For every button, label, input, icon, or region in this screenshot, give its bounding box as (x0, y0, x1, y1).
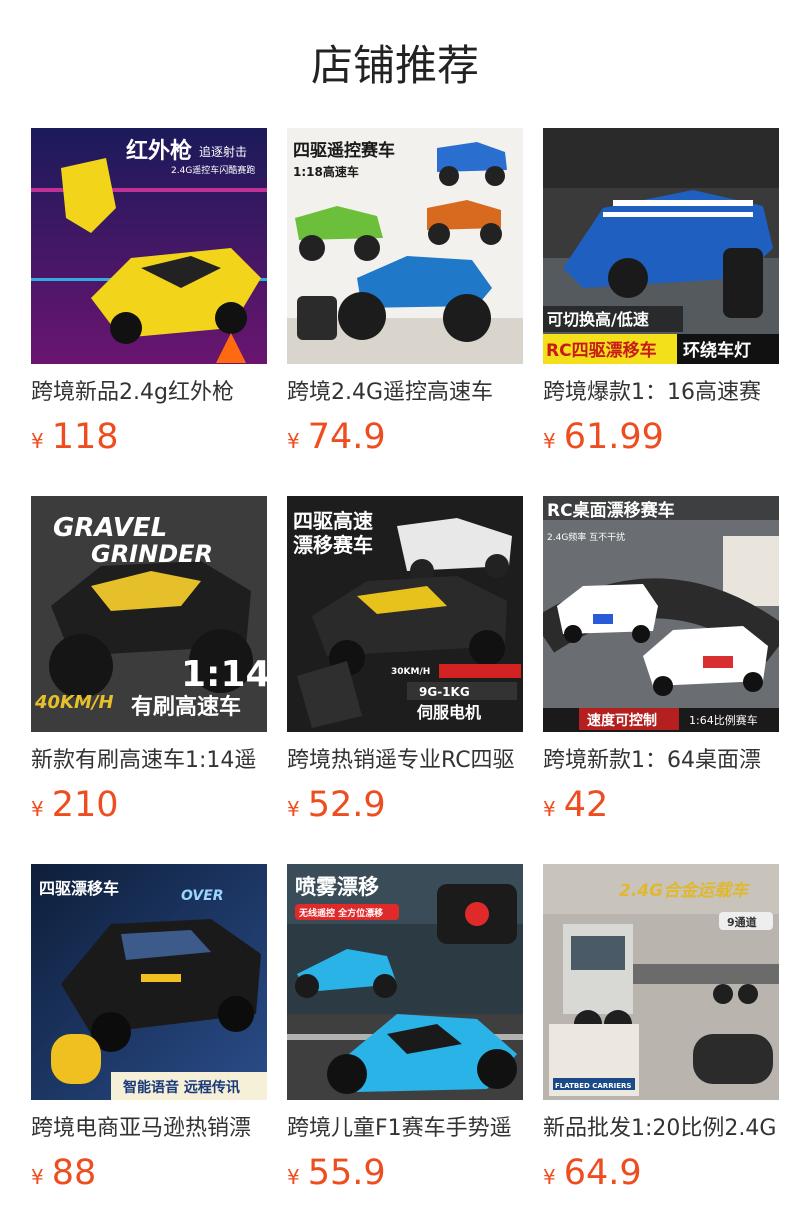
product-grid: 红外枪 追逐射击 2.4G遥控车闪酷赛跑 跨境新品2.4g红外枪 ¥ 118 四… (31, 128, 779, 1232)
product-name[interactable]: 跨境2.4G遥控高速车 (287, 378, 523, 408)
product-name[interactable]: 新款有刷高速车1:14遥 (31, 746, 267, 776)
product-image[interactable]: 红外枪 追逐射击 2.4G遥控车闪酷赛跑 (31, 128, 267, 364)
svg-text:RC桌面漂移赛车: RC桌面漂移赛车 (547, 500, 675, 521)
svg-text:OVER: OVER (181, 888, 224, 904)
svg-text:9通道: 9通道 (727, 915, 757, 929)
price-amount: 42 (563, 785, 609, 825)
product-price: ¥ 74.9 (287, 415, 386, 459)
truck-icon: 2.4G合金运载车 9通道 FLATBED CARRIERS (543, 864, 779, 1100)
svg-text:2.4G频率 互不干扰: 2.4G频率 互不干扰 (547, 531, 625, 543)
product-price: ¥ 55.9 (287, 1151, 386, 1195)
svg-text:FLATBED CARRIERS: FLATBED CARRIERS (555, 1082, 631, 1090)
product-image[interactable]: 四驱遥控赛车 1:18高速车 (287, 128, 523, 364)
svg-text:追逐射击: 追逐射击 (199, 144, 247, 159)
product-card[interactable]: 四驱高速 漂移赛车 30KM/H 9G-1KG 伺服电机 跨境热销遥专业RC四驱… (287, 496, 523, 864)
product-price: ¥ 61.99 (543, 415, 664, 459)
product-price: ¥ 210 (31, 783, 119, 827)
currency-symbol: ¥ (543, 1165, 556, 1189)
price-amount: 210 (51, 785, 119, 825)
svg-text:喷雾漂移: 喷雾漂移 (295, 875, 379, 899)
svg-text:无线遥控 全方位漂移: 无线遥控 全方位漂移 (298, 907, 383, 919)
svg-text:有刷高速车: 有刷高速车 (131, 694, 241, 720)
race-car-icon: RC桌面漂移赛车 2.4G频率 互不干扰 速度可控制 1:64比例赛车 (543, 496, 779, 732)
svg-text:1:18高速车: 1:18高速车 (293, 164, 359, 179)
currency-symbol: ¥ (287, 429, 300, 453)
svg-text:漂移赛车: 漂移赛车 (293, 533, 373, 557)
police-car-icon: 四驱漂移车 OVER 智能语音 远程传讯 (31, 864, 267, 1100)
product-price: ¥ 88 (31, 1151, 96, 1195)
svg-text:GRAVEL: GRAVEL (53, 513, 167, 543)
svg-text:40KM/H: 40KM/H (34, 692, 114, 713)
price-amount: 88 (51, 1153, 97, 1193)
svg-text:9G-1KG: 9G-1KG (419, 685, 470, 699)
product-image[interactable]: GRAVEL GRINDER 1:14 40KM/H 有刷高速车 (31, 496, 267, 732)
monster-truck-icon: GRAVEL GRINDER 1:14 40KM/H 有刷高速车 (31, 496, 267, 732)
price-amount: 118 (51, 417, 119, 457)
product-price: ¥ 42 (543, 783, 608, 827)
svg-text:四驱漂移车: 四驱漂移车 (39, 879, 119, 898)
price-amount: 55.9 (307, 1153, 386, 1193)
product-price: ¥ 118 (31, 415, 119, 459)
product-image[interactable]: RC桌面漂移赛车 2.4G频率 互不干扰 速度可控制 1:64比例赛车 (543, 496, 779, 732)
svg-text:GRINDER: GRINDER (91, 540, 213, 568)
sports-car-icon: 四驱高速 漂移赛车 30KM/H 9G-1KG 伺服电机 (287, 496, 523, 732)
svg-text:伺服电机: 伺服电机 (416, 703, 481, 722)
product-image[interactable]: 2.4G合金运载车 9通道 FLATBED CARRIERS (543, 864, 779, 1100)
currency-symbol: ¥ (543, 429, 556, 453)
product-card[interactable]: 红外枪 追逐射击 2.4G遥控车闪酷赛跑 跨境新品2.4g红外枪 ¥ 118 (31, 128, 267, 496)
currency-symbol: ¥ (287, 797, 300, 821)
svg-text:1:64比例赛车: 1:64比例赛车 (689, 713, 758, 727)
toy-car-icon: 红外枪 追逐射击 2.4G遥控车闪酷赛跑 (31, 128, 267, 364)
price-amount: 64.9 (563, 1153, 642, 1193)
product-name[interactable]: 新品批发1:20比例2.4G (543, 1114, 779, 1144)
product-name[interactable]: 跨境儿童F1赛车手势遥 (287, 1114, 523, 1144)
f1-car-icon: 喷雾漂移 无线遥控 全方位漂移 (287, 864, 523, 1100)
product-card[interactable]: 四驱遥控赛车 1:18高速车 跨境2.4G遥控高速车 ¥ 74.9 (287, 128, 523, 496)
currency-symbol: ¥ (31, 429, 44, 453)
svg-text:四驱遥控赛车: 四驱遥控赛车 (293, 140, 395, 161)
page-title: 店铺推荐 (310, 41, 479, 90)
product-card[interactable]: 2.4G合金运载车 9通道 FLATBED CARRIERS 新品批发1:20比… (543, 864, 779, 1232)
product-card[interactable]: GRAVEL GRINDER 1:14 40KM/H 有刷高速车 新款有刷高速车… (31, 496, 267, 864)
svg-text:速度可控制: 速度可控制 (587, 712, 657, 729)
svg-text:30KM/H: 30KM/H (391, 667, 430, 677)
price-amount: 74.9 (307, 417, 386, 457)
svg-text:可切换高/低速: 可切换高/低速 (547, 310, 649, 329)
product-image[interactable]: 四驱漂移车 OVER 智能语音 远程传讯 (31, 864, 267, 1100)
product-name[interactable]: 跨境新品2.4g红外枪 (31, 378, 267, 408)
svg-text:四驱高速: 四驱高速 (293, 509, 373, 533)
currency-symbol: ¥ (31, 797, 44, 821)
svg-text:2.4G合金运载车: 2.4G合金运载车 (619, 881, 751, 901)
product-image[interactable]: 喷雾漂移 无线遥控 全方位漂移 (287, 864, 523, 1100)
product-image[interactable]: 可切换高/低速 RC四驱漂移车 环绕车灯 (543, 128, 779, 364)
product-name[interactable]: 跨境电商亚马逊热销漂 (31, 1114, 267, 1144)
product-price: ¥ 52.9 (287, 783, 386, 827)
svg-text:2.4G遥控车闪酷赛跑: 2.4G遥控车闪酷赛跑 (171, 164, 255, 176)
currency-symbol: ¥ (31, 1165, 44, 1189)
currency-symbol: ¥ (287, 1165, 300, 1189)
muscle-car-icon: 可切换高/低速 RC四驱漂移车 环绕车灯 (543, 128, 779, 364)
svg-text:红外枪: 红外枪 (126, 138, 192, 164)
product-image[interactable]: 四驱高速 漂移赛车 30KM/H 9G-1KG 伺服电机 (287, 496, 523, 732)
product-name[interactable]: 跨境热销遥专业RC四驱 (287, 746, 523, 776)
svg-text:RC四驱漂移车: RC四驱漂移车 (546, 340, 657, 361)
monster-truck-icon: 四驱遥控赛车 1:18高速车 (287, 128, 523, 364)
price-amount: 61.99 (563, 417, 664, 457)
svg-text:智能语音 远程传讯: 智能语音 远程传讯 (122, 1079, 240, 1096)
svg-text:环绕车灯: 环绕车灯 (683, 340, 751, 361)
product-card[interactable]: 可切换高/低速 RC四驱漂移车 环绕车灯 跨境爆款1：16高速赛 ¥ 61.99 (543, 128, 779, 496)
product-card[interactable]: 喷雾漂移 无线遥控 全方位漂移 跨境儿童F1赛车手势遥 ¥ 55.9 (287, 864, 523, 1232)
price-amount: 52.9 (307, 785, 386, 825)
currency-symbol: ¥ (543, 797, 556, 821)
product-name[interactable]: 跨境爆款1：16高速赛 (543, 378, 779, 408)
product-card[interactable]: RC桌面漂移赛车 2.4G频率 互不干扰 速度可控制 1:64比例赛车 跨境新款… (543, 496, 779, 864)
product-name[interactable]: 跨境新款1：64桌面漂 (543, 746, 779, 776)
product-price: ¥ 64.9 (543, 1151, 642, 1195)
product-card[interactable]: 四驱漂移车 OVER 智能语音 远程传讯 跨境电商亚马逊热销漂 ¥ 88 (31, 864, 267, 1232)
svg-text:1:14: 1:14 (181, 654, 267, 695)
